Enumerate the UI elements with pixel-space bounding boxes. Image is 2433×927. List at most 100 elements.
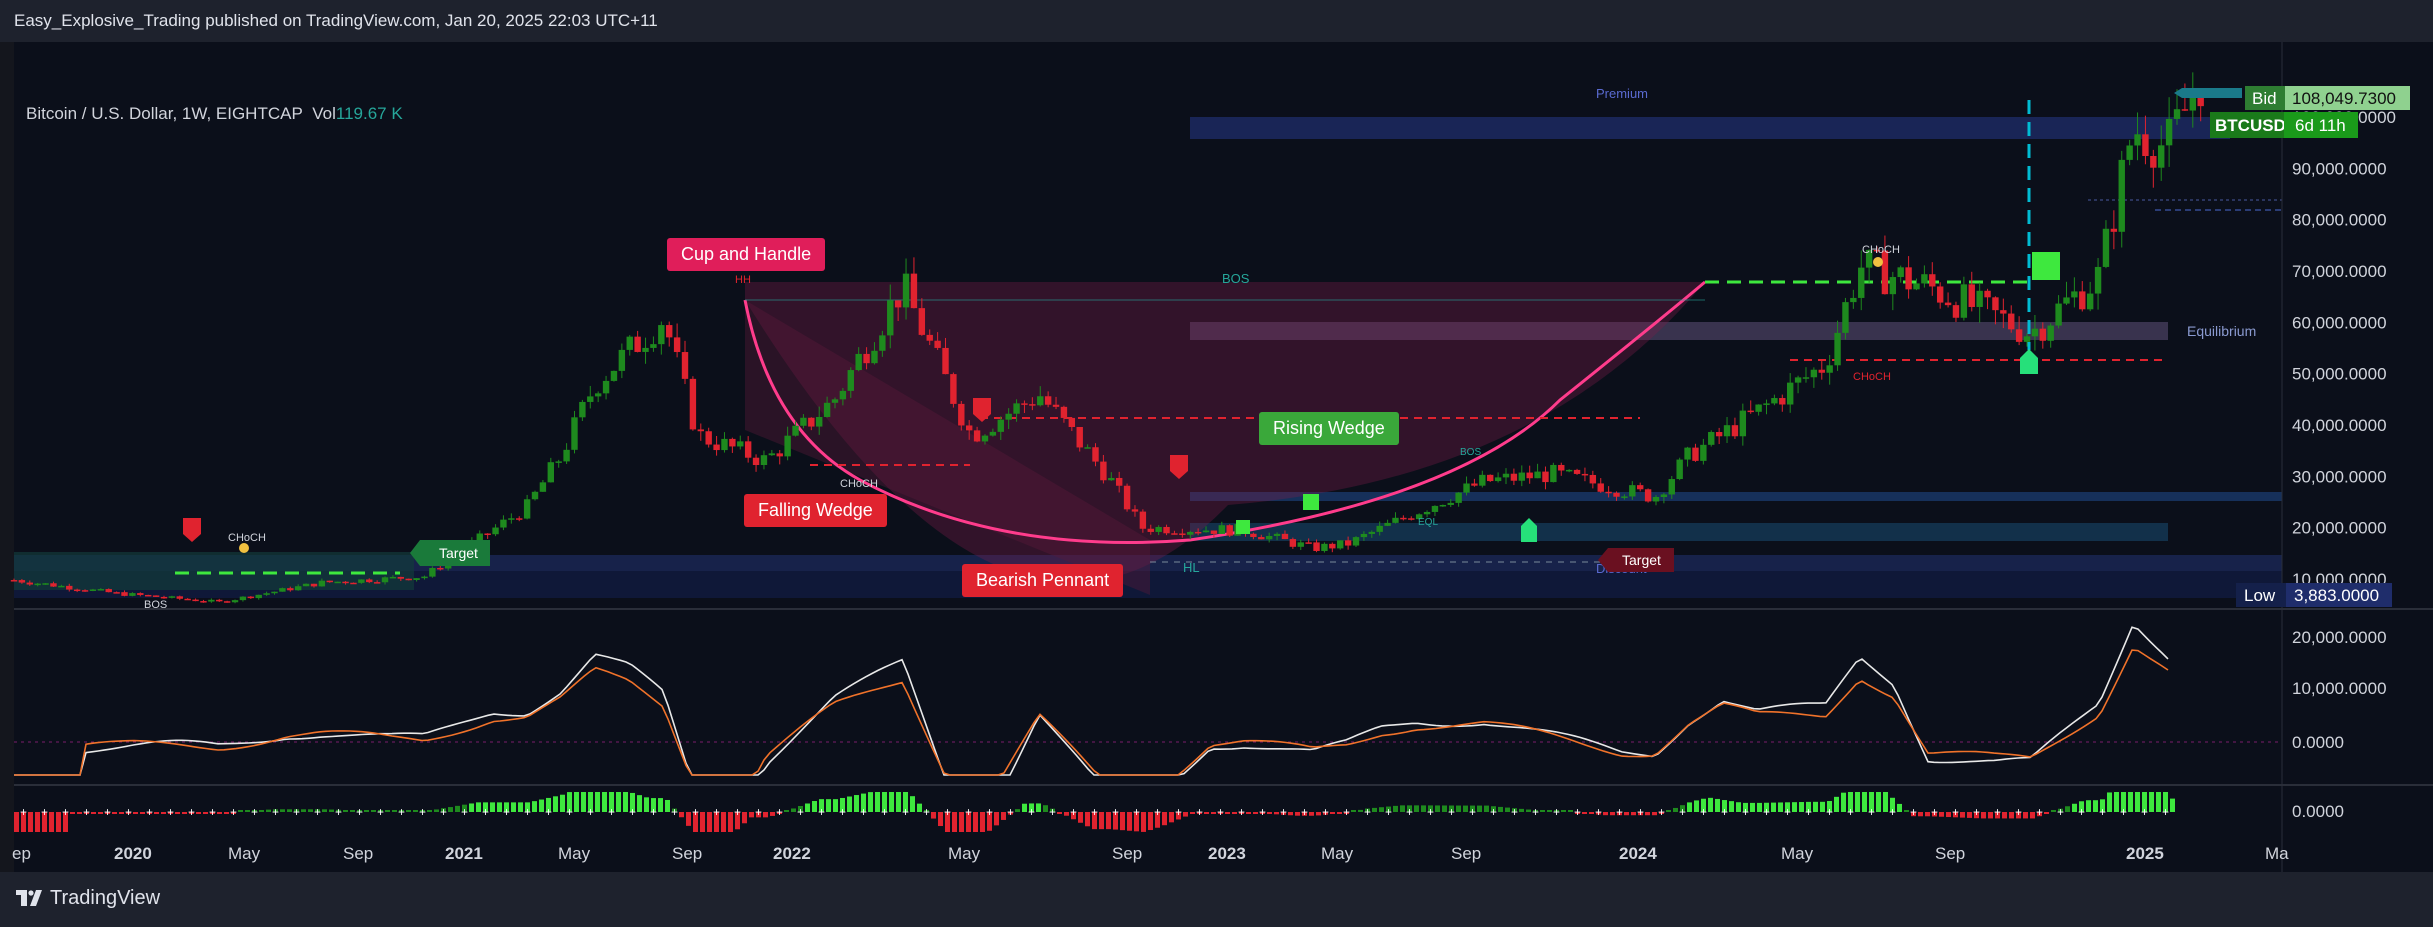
histogram-bar: [175, 812, 180, 814]
candle-body: [823, 402, 831, 417]
histogram-cross-mark: +: [1532, 805, 1539, 819]
histogram-bar: [1127, 812, 1132, 831]
histogram-bar: [595, 792, 600, 812]
candle-body: [2055, 303, 2062, 326]
candle-body: [918, 308, 926, 335]
histogram-cross-mark: +: [1049, 805, 1056, 819]
candle-body: [1976, 290, 1983, 307]
histogram-bar: [770, 812, 775, 816]
bearish-pennant-label[interactable]: Bearish Pennant: [962, 564, 1124, 597]
candle-body: [34, 583, 41, 586]
tradingview-logo[interactable]: TradingView: [16, 887, 160, 910]
candle-body: [784, 435, 791, 457]
buy-box: [1236, 520, 1250, 534]
candle-body: [1747, 410, 1754, 413]
histogram-bar: [553, 796, 558, 812]
candle-body: [831, 399, 839, 403]
histogram-cross-mark: +: [188, 805, 195, 819]
candle-body: [113, 592, 120, 594]
y-axis[interactable]: 100,000.000090,000.000080,000.000070,000…: [2292, 108, 2396, 589]
candle-body: [1739, 410, 1747, 437]
x-tick-label: Sep: [343, 844, 373, 863]
candle-body: [863, 353, 870, 364]
candle-body: [879, 335, 886, 351]
histogram-bar: [1337, 812, 1342, 814]
candle-body: [326, 580, 333, 583]
candle-body: [1992, 297, 1999, 311]
price-chart[interactable]: + + + + + + + + + + + + + + + + + + + + + + + + + + + + + + + + + + + + + + + +…: [0, 0, 2433, 927]
histogram-cross-mark: +: [1721, 805, 1728, 819]
histogram-bar: [455, 805, 460, 812]
histogram-bar: [644, 797, 649, 812]
falling-wedge-label[interactable]: Falling Wedge: [744, 494, 887, 527]
candle-body: [334, 581, 341, 584]
candle-body: [429, 567, 436, 577]
candle-body: [1487, 474, 1494, 482]
bid-label: Bid: [2252, 89, 2277, 108]
histogram-bar: [511, 802, 516, 812]
histogram-cross-mark: +: [314, 805, 321, 819]
candle-body: [618, 349, 626, 371]
histogram-bar: [56, 812, 61, 832]
candle-body: [310, 583, 318, 587]
histogram-bar: [2030, 812, 2035, 819]
x-axis[interactable]: ep 2020 May Sep 2021 May Sep 2022 May Sep 2023 May S…: [12, 844, 2289, 863]
histogram-bar: [868, 792, 873, 812]
candle-body: [358, 579, 365, 583]
histogram-bar: [1393, 805, 1398, 812]
histogram-bar: [1589, 812, 1594, 814]
histogram-bar: [280, 809, 285, 812]
candle-body: [642, 347, 649, 352]
candle-body: [1250, 533, 1257, 538]
candle-body: [1092, 447, 1099, 462]
candle-body: [1273, 533, 1281, 536]
equilibrium-label: Equilibrium: [2187, 323, 2256, 339]
histogram-bar: [875, 792, 880, 812]
histogram-bar: [1274, 812, 1279, 815]
candle-body: [887, 300, 894, 336]
histogram-bar: [1862, 792, 1867, 812]
candle-body: [1605, 491, 1612, 494]
histogram-cross-mark: +: [1910, 805, 1917, 819]
premium-zone: [1190, 117, 2230, 139]
histogram-cross-mark: +: [1112, 805, 1119, 819]
y-axis-oscillator[interactable]: 20,000.0000 10,000.0000 0.0000: [2292, 628, 2387, 752]
candle-body: [1715, 432, 1723, 437]
histogram-bar: [238, 810, 243, 812]
candle-body: [1581, 473, 1589, 476]
histogram-bar: [1141, 812, 1146, 832]
histogram-bar: [1687, 802, 1692, 812]
candle-body: [1597, 483, 1604, 492]
histogram-cross-mark: +: [1091, 805, 1098, 819]
histogram-bar: [574, 792, 579, 812]
candle-body: [413, 578, 420, 581]
candle-body: [200, 601, 207, 603]
histogram-bar: [2093, 800, 2098, 812]
histogram-bar: [1148, 812, 1153, 831]
target-tag-top: [2174, 88, 2242, 98]
candle-body: [1037, 396, 1044, 406]
histogram-bar: [217, 812, 222, 814]
histogram-bar: [1379, 807, 1384, 812]
cup-and-handle-label[interactable]: Cup and Handle: [667, 238, 826, 271]
histogram-cross-mark: +: [1427, 805, 1434, 819]
histogram-cross-mark: +: [566, 805, 573, 819]
histogram-bar: [854, 795, 859, 812]
histogram-bar: [763, 812, 768, 818]
candle-body: [1621, 496, 1628, 498]
histogram-bar: [1792, 802, 1797, 812]
rising-wedge-label[interactable]: Rising Wedge: [1259, 412, 1399, 445]
candle-body: [26, 582, 33, 585]
y-axis-histogram[interactable]: 0.0000: [2292, 802, 2344, 821]
histogram-bar: [602, 792, 607, 812]
histogram-bar: [1421, 805, 1426, 812]
vol-value: 119.67 K: [335, 104, 403, 123]
histogram-bar: [1582, 812, 1587, 814]
histogram-cross-mark: +: [524, 805, 531, 819]
histogram-bar: [1771, 802, 1776, 812]
histogram-cross-mark: +: [1322, 805, 1329, 819]
symbol-info[interactable]: Bitcoin / U.S. Dollar, 1W, EIGHTCAP Vol1…: [26, 104, 403, 124]
candle-body: [602, 380, 610, 394]
histogram-bar: [1729, 801, 1734, 812]
left-demand-zone: [14, 552, 414, 590]
